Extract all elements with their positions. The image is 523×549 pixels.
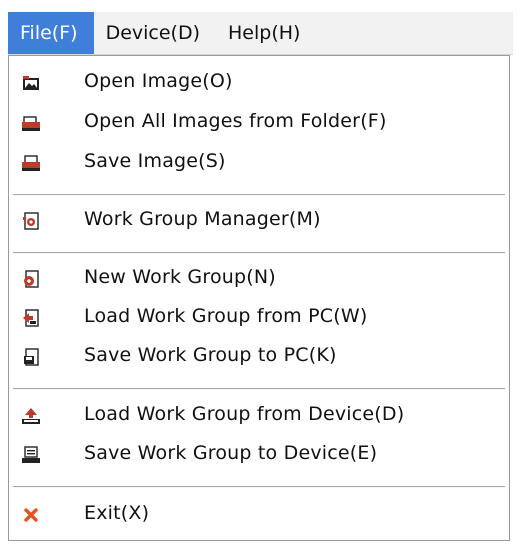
menu-item-save-work-group-pc[interactable]: Save Work Group to PC(K) [9,338,509,374]
menu-file-label: File(F) [20,22,78,44]
menu-item-load-work-group-pc[interactable]: Load Work Group from PC(W) [9,299,509,335]
load-work-group-device-icon [22,408,40,424]
menu-device-label: Device(D) [105,22,200,44]
save-work-group-pc-icon [24,348,39,366]
menu-help-label: Help(H) [228,22,301,44]
menu-item-new-work-group[interactable]: New Work Group(N) [9,260,509,296]
menu-item-label: Save Image(S) [84,150,226,172]
menu-separator [13,388,505,390]
menu-item-label: Open All Images from Folder(F) [84,110,387,132]
menu-file[interactable]: File(F) [8,12,94,54]
menu-item-label: Exit(X) [84,502,150,524]
menu-item-load-work-group-device[interactable]: Load Work Group from Device(D) [9,397,509,433]
menu-separator [13,252,505,254]
menu-item-open-image[interactable]: Open Image(O) [9,64,509,100]
save-work-group-device-icon [22,446,40,463]
menu-bar: File(F) Device(D) Help(H) [8,12,513,55]
menu-item-label: Work Group Manager(M) [84,208,321,230]
menu-item-work-group-manager[interactable]: Work Group Manager(M) [9,202,509,238]
menu-separator [13,486,505,488]
menu-item-label: Load Work Group from PC(W) [84,305,368,327]
new-work-group-icon [24,270,39,288]
save-image-icon [22,155,40,171]
menu-item-open-all-images[interactable]: Open All Images from Folder(F) [9,104,509,140]
menu-item-label: Load Work Group from Device(D) [84,403,405,425]
exit-icon [24,508,38,522]
menu-item-exit[interactable]: Exit(X) [9,496,509,532]
menu-item-save-image[interactable]: Save Image(S) [9,144,509,180]
work-group-manager-icon [23,212,39,230]
open-folder-images-icon [22,116,40,131]
load-work-group-pc-icon [23,309,39,327]
menu-separator [13,194,505,196]
menu-device[interactable]: Device(D) [94,12,216,54]
file-dropdown-menu: Open Image(O) Open All Images from Folde… [8,55,510,541]
menu-item-save-work-group-device[interactable]: Save Work Group to Device(E) [9,436,509,472]
menu-item-label: New Work Group(N) [84,266,276,288]
menu-help[interactable]: Help(H) [216,12,316,54]
menu-item-label: Open Image(O) [84,70,233,92]
menu-item-label: Save Work Group to Device(E) [84,442,378,464]
menu-item-label: Save Work Group to PC(K) [84,344,337,366]
open-image-icon [23,76,39,90]
